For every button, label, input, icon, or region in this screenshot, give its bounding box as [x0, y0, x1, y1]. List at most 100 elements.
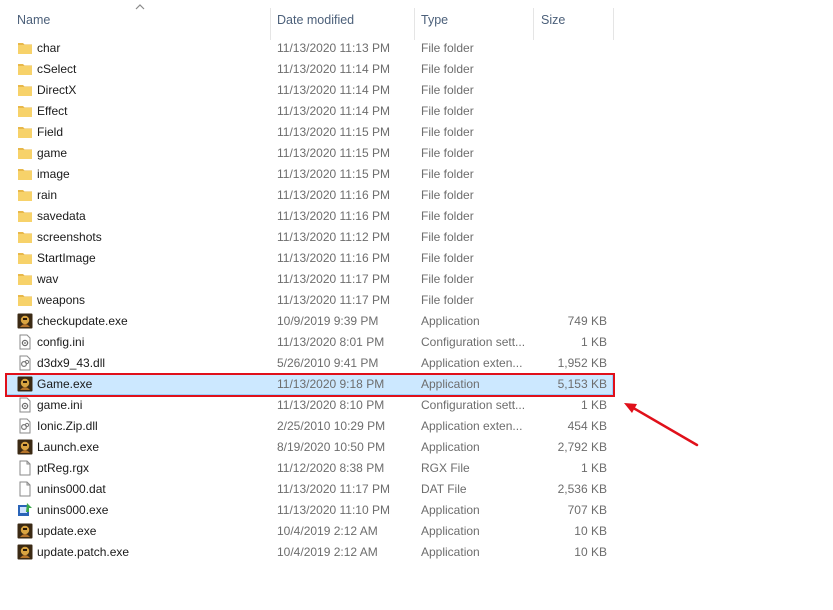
file-name: Ionic.Zip.dll: [37, 419, 98, 433]
folder-icon: [17, 103, 33, 119]
file-row[interactable]: config.ini 11/13/2020 8:01 PM Configuratio…: [0, 332, 833, 353]
file-name: ptReg.rgx: [37, 461, 90, 475]
installer-icon: [17, 502, 33, 518]
file-date-modified: 11/13/2020 11:14 PM: [277, 83, 390, 97]
folder-icon: [17, 250, 33, 266]
file-date-modified: 11/13/2020 11:13 PM: [277, 41, 390, 55]
file-row[interactable]: rain 11/13/2020 11:16 PM File folder: [0, 185, 833, 206]
folder-icon: [17, 208, 33, 224]
file-size: [540, 269, 607, 290]
app-game-icon: [17, 376, 33, 392]
file-row-selected[interactable]: Game.exe 11/13/2020 9:18 PM Application 5,1…: [0, 374, 833, 395]
file-row[interactable]: weapons 11/13/2020 11:17 PM File folder: [0, 290, 833, 311]
file-size: [540, 290, 607, 311]
column-header-bar: Name Date modified Type Size: [0, 0, 833, 40]
file-date-modified: 10/4/2019 2:12 AM: [277, 545, 378, 559]
file-type: File folder: [421, 188, 474, 202]
file-type: Application: [421, 440, 480, 454]
file-size: 1 KB: [580, 398, 607, 412]
file-row[interactable]: game 11/13/2020 11:15 PM File folder: [0, 143, 833, 164]
file-row[interactable]: DirectX 11/13/2020 11:14 PM File folder: [0, 80, 833, 101]
file-size: [540, 248, 607, 269]
file-date-modified: 11/13/2020 8:01 PM: [277, 335, 385, 349]
file-date-modified: 11/13/2020 11:10 PM: [277, 503, 390, 517]
file-row[interactable]: update.patch.exe 10/4/2019 2:12 AM Applica…: [0, 542, 833, 563]
file-date-modified: 11/13/2020 11:17 PM: [277, 482, 390, 496]
file-size: 454 KB: [567, 419, 607, 433]
column-header-size[interactable]: Size: [541, 0, 565, 40]
file-size: [540, 164, 607, 185]
file-row[interactable]: ptReg.rgx 11/12/2020 8:38 PM RGX File 1 KB: [0, 458, 833, 479]
file-type: File folder: [421, 293, 474, 307]
file-size: [540, 206, 607, 227]
file-name: cSelect: [37, 62, 77, 76]
file-row[interactable]: cSelect 11/13/2020 11:14 PM File folder: [0, 59, 833, 80]
column-divider[interactable]: [613, 8, 614, 40]
file-name: Launch.exe: [37, 440, 100, 454]
file-row[interactable]: unins000.dat 11/13/2020 11:17 PM DAT File 2…: [0, 479, 833, 500]
file-row[interactable]: Effect 11/13/2020 11:14 PM File folder: [0, 101, 833, 122]
file-type: RGX File: [421, 461, 470, 475]
folder-icon: [17, 271, 33, 287]
file-type: File folder: [421, 41, 474, 55]
file-type: File folder: [421, 251, 474, 265]
file-date-modified: 11/13/2020 9:18 PM: [277, 377, 385, 391]
file-name: char: [37, 41, 61, 55]
folder-icon: [17, 229, 33, 245]
folder-icon: [17, 292, 33, 308]
file-name: Game.exe: [37, 377, 93, 391]
file-size: 1 KB: [580, 461, 607, 475]
file-name: rain: [37, 188, 58, 202]
file-type: DAT File: [421, 482, 467, 496]
file-size: 1,952 KB: [557, 356, 607, 370]
file-date-modified: 11/13/2020 11:15 PM: [277, 167, 390, 181]
file-name: d3dx9_43.dll: [37, 356, 106, 370]
file-date-modified: 11/13/2020 11:14 PM: [277, 104, 390, 118]
file-date-modified: 8/19/2020 10:50 PM: [277, 440, 386, 454]
annotation-arrow-icon: [624, 403, 699, 447]
column-divider[interactable]: [414, 8, 415, 40]
file-name: weapons: [37, 293, 86, 307]
file-date-modified: 11/13/2020 11:12 PM: [277, 230, 390, 244]
folder-icon: [17, 166, 33, 182]
file-row[interactable]: d3dx9_43.dll 5/26/2010 9:41 PM Application…: [0, 353, 833, 374]
dll-file-icon: [17, 355, 33, 371]
file-date-modified: 11/13/2020 11:14 PM: [277, 62, 390, 76]
column-divider[interactable]: [533, 8, 534, 40]
file-name: Field: [37, 125, 64, 139]
file-row[interactable]: screenshots 11/13/2020 11:12 PM File folde…: [0, 227, 833, 248]
file-row[interactable]: unins000.exe 11/13/2020 11:10 PM Applicati…: [0, 500, 833, 521]
app-game-icon: [17, 313, 33, 329]
file-size: 2,536 KB: [557, 482, 607, 496]
file-type: File folder: [421, 83, 474, 97]
file-name: image: [37, 167, 70, 181]
file-size: [540, 122, 607, 143]
file-row[interactable]: checkupdate.exe 10/9/2019 9:39 PM Applicat…: [0, 311, 833, 332]
file-name: savedata: [37, 209, 86, 223]
file-type: File folder: [421, 272, 474, 286]
file-size: [540, 38, 607, 59]
column-header-type[interactable]: Type: [421, 0, 448, 40]
file-size: [540, 80, 607, 101]
sort-ascending-icon: [135, 4, 145, 10]
file-date-modified: 11/13/2020 11:16 PM: [277, 188, 390, 202]
file-type: Application: [421, 377, 480, 391]
column-header-date[interactable]: Date modified: [277, 0, 354, 40]
file-type: File folder: [421, 104, 474, 118]
file-row[interactable]: StartImage 11/13/2020 11:16 PM File folder: [0, 248, 833, 269]
file-type: Application: [421, 524, 480, 538]
config-file-icon: [17, 397, 33, 413]
file-date-modified: 11/13/2020 11:17 PM: [277, 293, 390, 307]
file-date-modified: 11/13/2020 11:16 PM: [277, 251, 390, 265]
file-row[interactable]: savedata 11/13/2020 11:16 PM File folder: [0, 206, 833, 227]
file-row[interactable]: Field 11/13/2020 11:15 PM File folder: [0, 122, 833, 143]
file-type: Application exten...: [421, 356, 523, 370]
file-row[interactable]: char 11/13/2020 11:13 PM File folder: [0, 38, 833, 59]
file-row[interactable]: wav 11/13/2020 11:17 PM File folder: [0, 269, 833, 290]
column-divider[interactable]: [270, 8, 271, 40]
file-date-modified: 11/13/2020 11:15 PM: [277, 146, 390, 160]
file-size: 10 KB: [574, 545, 607, 559]
column-header-name[interactable]: Name: [17, 0, 50, 40]
file-row[interactable]: image 11/13/2020 11:15 PM File folder: [0, 164, 833, 185]
file-row[interactable]: update.exe 10/4/2019 2:12 AM Application 10…: [0, 521, 833, 542]
